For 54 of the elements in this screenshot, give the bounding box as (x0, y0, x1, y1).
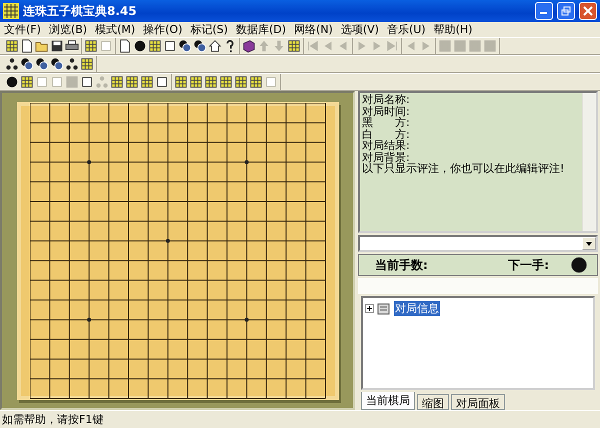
restore-icon (561, 6, 571, 16)
status-text: 如需帮助，请按F1键 (0, 410, 600, 428)
close-button[interactable] (579, 2, 597, 20)
stones-icon[interactable] (193, 39, 207, 53)
square-icon[interactable] (155, 75, 169, 89)
note-line: 对局名称: (362, 94, 411, 106)
dots-icon[interactable] (5, 57, 19, 71)
stones-icon[interactable] (178, 39, 192, 53)
restore-button[interactable] (557, 2, 575, 20)
next-move-label: 下一手: (508, 256, 549, 274)
square-icon[interactable] (80, 75, 94, 89)
menu-item[interactable]: 帮助(H) (432, 22, 478, 37)
stone-icon[interactable] (133, 39, 147, 53)
menu-item[interactable]: 选项(V) (338, 22, 385, 37)
move-count-label: 当前手数: (375, 256, 428, 274)
dropdown-arrow-icon (586, 242, 592, 246)
scrollbar[interactable] (582, 93, 596, 231)
menu-item[interactable]: 音乐(U) (384, 22, 432, 37)
stone-icon[interactable] (5, 75, 19, 89)
tab[interactable]: 对局面板 (451, 394, 505, 410)
tab[interactable]: 缩图 (417, 394, 449, 410)
note-line: 以下只显示评注，你也可以在此编辑评注! (362, 163, 566, 174)
folder-icon[interactable] (35, 39, 49, 53)
house-icon[interactable] (208, 39, 222, 53)
tab[interactable]: 当前棋局 (361, 392, 415, 410)
expand-icon[interactable] (365, 304, 374, 313)
square-icon[interactable] (163, 39, 177, 53)
notes-field[interactable]: 对局名称: 对局时间: 黑 方: 白 方: 对局结果: 对局背景: 以下只显示评注，你也可以在此编辑评注! (358, 91, 598, 233)
stones-icon[interactable] (20, 57, 34, 71)
note-line: 对局时间: (362, 106, 411, 117)
menu-item[interactable]: 标记(S) (188, 22, 234, 37)
tree-item[interactable]: 对局信息 (394, 301, 440, 316)
stones-icon[interactable] (50, 57, 64, 71)
menu-item[interactable]: 文件(F) (2, 22, 47, 37)
stones-icon[interactable] (35, 57, 49, 71)
document-icon (377, 302, 391, 314)
menu-item[interactable]: 模式(M) (93, 22, 142, 37)
page-icon[interactable] (118, 39, 132, 53)
close-icon (583, 6, 593, 16)
note-line: 对局结果: (362, 140, 411, 152)
menu-item[interactable]: 浏览(B) (46, 22, 94, 37)
window-title: 连珠五子棋宝典8.45 (23, 2, 138, 20)
comment-combo-box[interactable] (358, 235, 598, 252)
minimize-button[interactable] (535, 2, 553, 20)
note-line: 黑 方: (362, 117, 411, 128)
page-icon[interactable] (20, 39, 34, 53)
menu-item[interactable]: 网络(N) (292, 22, 339, 37)
menu-item[interactable]: 数据库(D) (234, 22, 292, 37)
note-line: 白 方: (362, 128, 411, 140)
dots-icon[interactable] (65, 57, 79, 71)
app-icon (3, 3, 19, 19)
printer-icon[interactable] (65, 39, 79, 53)
note-line: 对局背景: (362, 152, 411, 163)
menu-item[interactable]: 操作(O) (141, 22, 188, 37)
